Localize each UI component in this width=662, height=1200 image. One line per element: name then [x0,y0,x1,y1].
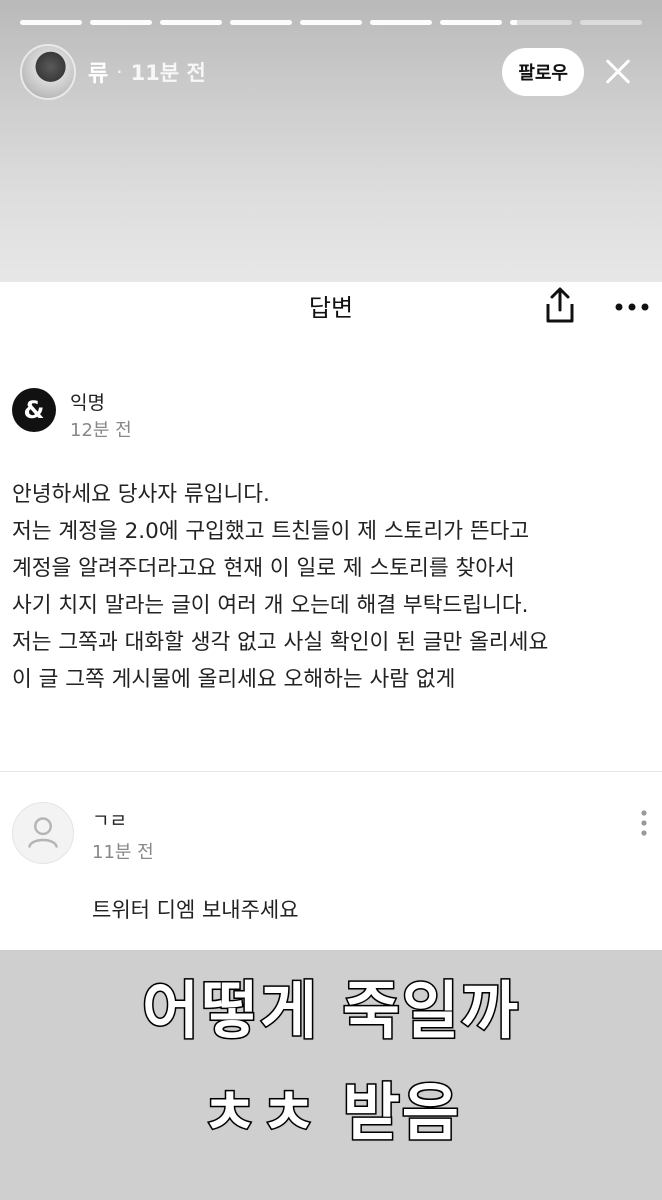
progress-segment [440,20,502,25]
progress-segment-fill [510,20,518,25]
close-icon[interactable] [594,48,642,96]
progress-segment [580,20,642,25]
progress-segment [230,20,292,25]
separator-dot: · [116,60,123,84]
story-caption-line-1: 어떻게 죽일까 [141,973,520,1049]
progress-segment [20,20,82,25]
story-header: 류 · 11분 전 팔로우 [20,44,642,100]
story-timestamp: 11분 전 [130,61,206,85]
progress-segment [370,20,432,25]
post-timestamp: 12분 전 [70,420,132,441]
progress-segment [300,20,362,25]
divider [0,771,662,772]
progress-segment [90,20,152,25]
post-body: 안녕하세요 당사자 류입니다. 저는 계정을 2.0에 구입했고 트친들이 제 … [12,482,549,692]
more-vertical-icon[interactable] [636,808,652,838]
progress-segment [510,20,572,25]
story-caption-line-2: ㅊㅊ 받음 [200,1075,461,1151]
story-username[interactable]: 류 [88,56,108,88]
post-author: 익명 [70,392,105,414]
card-header: 답변 [0,282,662,332]
story-user-avatar[interactable] [20,44,76,100]
reply-author: ㄱㄹ [92,810,127,832]
story-background [0,0,662,282]
share-icon[interactable] [540,286,580,326]
reply-body: 트위터 디엠 보내주세요 [92,898,299,922]
progress-segment [160,20,222,25]
answer-card: 답변 & 익명 12분 전 안녕하세요 당사자 류입니다. 저는 계정을 2.0… [0,282,662,950]
reply-timestamp: 11분 전 [92,842,154,863]
more-horizontal-icon[interactable] [612,292,652,322]
story-progress-bar [20,20,642,26]
follow-button[interactable]: 팔로우 [502,48,584,96]
post-author-avatar[interactable]: & [12,388,56,432]
user-placeholder-icon[interactable] [12,802,74,864]
